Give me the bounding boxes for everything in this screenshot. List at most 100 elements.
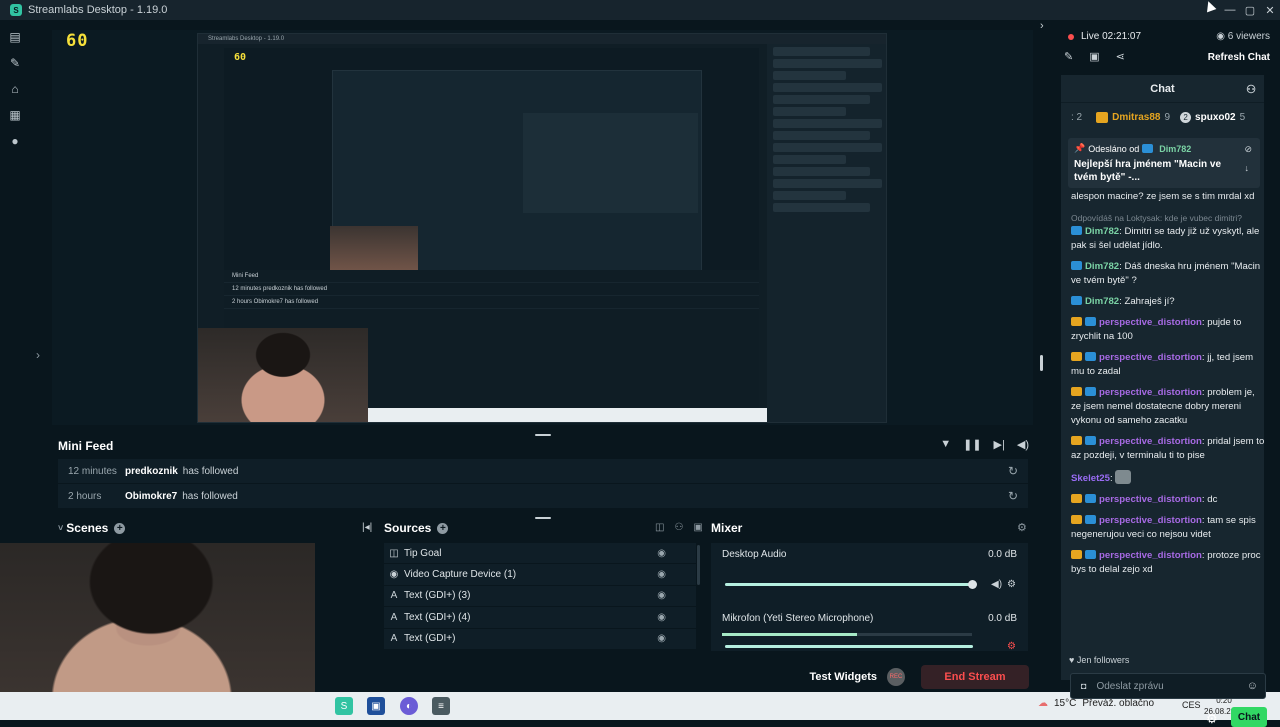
chat-username[interactable]: Skelet25: [1071, 473, 1110, 484]
viewer-count-text: 6 viewers: [1227, 31, 1270, 42]
title-bar: S Streamlabs Desktop - 1.19.0 — ▢ ✕: [0, 0, 1280, 20]
volume-slider-knob[interactable]: [968, 580, 977, 589]
add-source-icon[interactable]: +: [437, 522, 449, 534]
minimize-button[interactable]: —: [1220, 0, 1240, 20]
pinned-message[interactable]: 📌 Odesláno od Dim782 Nejlepší hra jménem…: [1068, 138, 1260, 188]
close-button[interactable]: ✕: [1260, 0, 1280, 20]
chat-send-button[interactable]: Chat: [1231, 707, 1267, 727]
source-item[interactable]: ◉ Video Capture Device (1) ◉: [384, 564, 696, 586]
volume-slider[interactable]: [725, 645, 973, 648]
prime-badge-icon: [1071, 296, 1082, 305]
source-item[interactable]: A Text (GDI+) ◉: [384, 628, 696, 650]
notepad-icon[interactable]: ≡: [432, 697, 450, 715]
edit-stream-info-icon[interactable]: ✎: [1064, 50, 1073, 63]
sources-tools: ◫ ⚇ ▣: [655, 522, 703, 533]
chat-username[interactable]: Dim782: [1085, 226, 1119, 237]
selective-recording-icon[interactable]: ◫: [655, 522, 664, 533]
visibility-icon[interactable]: ◉: [657, 633, 666, 644]
streamlabs-taskbar-icon[interactable]: S: [335, 697, 353, 715]
source-item[interactable]: ◫ Tip Goal ◉: [384, 543, 696, 565]
chat-username[interactable]: Dim782: [1085, 261, 1119, 272]
end-stream-button[interactable]: End Stream: [921, 665, 1029, 689]
collapse-chat-icon[interactable]: ›: [1040, 20, 1044, 32]
shield-icon[interactable]: ◘: [1081, 681, 1086, 691]
chat-resize-handle[interactable]: [1040, 355, 1043, 371]
share-icon[interactable]: ⋖: [1116, 50, 1125, 63]
layout-icon[interactable]: ▦: [0, 102, 30, 128]
chat-settings-icon[interactable]: ⚙: [1206, 711, 1218, 727]
weather-widget[interactable]: ☁ 15°C Převáž. oblačno: [1038, 698, 1154, 709]
discord-icon[interactable]: ◐: [400, 697, 418, 715]
chat-header: Chat ⚇: [1061, 75, 1264, 103]
add-scene-icon[interactable]: +: [114, 522, 126, 534]
minifeed-row: 12 minutes predkoznik has followed ↻: [58, 459, 1028, 483]
pause-icon[interactable]: ❚❚: [963, 438, 981, 451]
themes-icon[interactable]: ✎: [0, 50, 30, 76]
source-item[interactable]: A Text (GDI+) (3) ◉: [384, 585, 696, 608]
filter-icon[interactable]: ▼: [940, 438, 951, 451]
chat-username[interactable]: perspective_distortion: [1099, 317, 1202, 328]
maximize-button[interactable]: ▢: [1240, 0, 1260, 20]
store-icon[interactable]: ⌂: [0, 76, 30, 102]
expand-nav-icon[interactable]: ›: [36, 348, 40, 362]
pinned-label: Odesláno od: [1088, 143, 1140, 154]
viewer-count: ◉ 6 viewers: [1216, 31, 1270, 42]
mixer-header: Mixer: [711, 519, 742, 537]
test-widgets-toggle[interactable]: REC: [887, 668, 905, 686]
chat-username[interactable]: perspective_distortion: [1099, 352, 1202, 363]
leaderboard-rank: : 2: [1071, 112, 1083, 123]
minifeed-time: 12 minutes: [68, 465, 117, 477]
skip-icon[interactable]: ▶|: [994, 438, 1005, 451]
visibility-icon[interactable]: ◉: [657, 612, 666, 623]
collapse-icon[interactable]: ˅: [58, 523, 63, 533]
visibility-icon[interactable]: ◉: [657, 590, 666, 601]
replay-icon[interactable]: ↻: [1008, 464, 1018, 478]
live-icon[interactable]: ●: [0, 128, 30, 154]
refresh-chat-button[interactable]: Refresh Chat: [1208, 52, 1270, 63]
leader-name[interactable]: spuxo02: [1195, 112, 1236, 123]
volume-icon[interactable]: ◀): [1017, 438, 1029, 451]
editor-icon[interactable]: ▤: [0, 24, 30, 50]
app-taskbar-icon[interactable]: ▣: [367, 697, 385, 715]
chat-username[interactable]: perspective_distortion: [1099, 550, 1202, 561]
test-widgets-label[interactable]: Test Widgets: [809, 671, 877, 683]
chat-users-icon[interactable]: ⚇: [1246, 83, 1256, 96]
channel-settings-icon[interactable]: ⚙: [1007, 641, 1016, 652]
dashboard-icon[interactable]: ▣: [1089, 50, 1099, 63]
sources-scrollbar[interactable]: [697, 545, 700, 585]
chat-username[interactable]: perspective_distortion: [1099, 387, 1202, 398]
followers-label: Jen followers: [1076, 655, 1130, 665]
followers-only-mode[interactable]: ♥ Jen followers: [1069, 655, 1129, 665]
replay-icon[interactable]: ↻: [1008, 489, 1018, 503]
scene-transitions-icon[interactable]: |◂|: [362, 522, 372, 533]
chat-username[interactable]: perspective_distortion: [1099, 515, 1202, 526]
chat-username[interactable]: Dim782: [1085, 296, 1119, 307]
mute-icon[interactable]: ◀): [991, 579, 1002, 590]
chat-username[interactable]: perspective_distortion: [1099, 494, 1202, 505]
visibility-icon[interactable]: ◉: [657, 548, 666, 559]
minifeed-controls: ▼ ❚❚ ▶| ◀): [940, 438, 1029, 451]
mixer-settings-icon[interactable]: ⚙: [1017, 521, 1027, 534]
expand-icon[interactable]: ↓: [1244, 163, 1252, 173]
chat-message: Skelet25:: [1071, 470, 1266, 486]
volume-slider[interactable]: [725, 580, 977, 589]
chat-input[interactable]: ◘ Odeslat zprávu ☺: [1070, 673, 1266, 699]
emoji-icon[interactable]: ☺: [1247, 680, 1258, 692]
unpin-icon[interactable]: ⊘: [1244, 144, 1252, 155]
language-indicator[interactable]: CES: [1182, 700, 1201, 710]
nested-chat-line: [773, 119, 882, 128]
nested-minifeed: Mini Feed 12 minutes predkoznik has foll…: [224, 270, 759, 330]
leader-name[interactable]: Dmitras88: [1112, 112, 1160, 123]
channel-settings-icon[interactable]: ⚙: [1007, 579, 1016, 590]
pinned-user[interactable]: Dim782: [1159, 144, 1191, 154]
audio-level-meter: [722, 633, 972, 636]
chat-username[interactable]: perspective_distortion: [1099, 436, 1202, 447]
nested-chat-line: [773, 155, 846, 164]
resize-handle[interactable]: [535, 517, 551, 519]
nested-chat: [767, 44, 886, 422]
source-group-icon[interactable]: ⚇: [674, 522, 683, 533]
visibility-icon[interactable]: ◉: [657, 569, 666, 580]
folder-icon[interactable]: ▣: [693, 522, 702, 533]
source-item[interactable]: A Text (GDI+) (4) ◉: [384, 607, 696, 629]
nested-minifeed-row: 2 hours Obimokre7 has followed: [224, 296, 759, 309]
